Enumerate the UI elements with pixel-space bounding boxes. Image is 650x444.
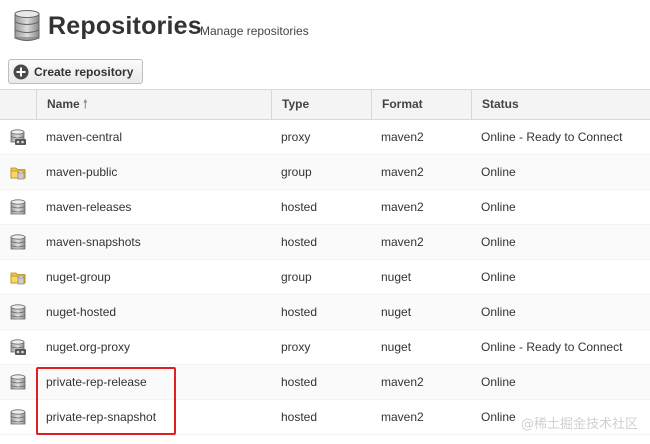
group-folder-icon [10, 269, 26, 286]
create-repository-label: Create repository [34, 64, 134, 79]
column-header-name-label: Name [47, 97, 80, 111]
table-header: Name 🠕 Type Format Status [0, 89, 650, 120]
repository-status: Online [481, 305, 516, 319]
hosted-repo-icon [10, 234, 26, 251]
repository-format: maven2 [381, 410, 424, 424]
repository-type: proxy [281, 130, 311, 144]
repository-type: proxy [281, 340, 311, 354]
repository-status: Online [481, 375, 516, 389]
database-icon [14, 10, 40, 41]
repository-status: Online - Ready to Connect [481, 340, 623, 354]
sort-up-arrow-icon: 🠕 [82, 97, 88, 111]
proxy-repo-icon [10, 339, 26, 356]
proxy-repo-icon [10, 129, 26, 146]
create-repository-button[interactable]: Create repository [8, 59, 143, 84]
column-header-status[interactable]: Status [471, 90, 650, 119]
repository-format: nuget [381, 340, 412, 354]
column-header-format[interactable]: Format [371, 90, 471, 119]
repository-type: hosted [281, 200, 318, 214]
hosted-repo-icon [10, 374, 26, 391]
plus-circle-icon [13, 64, 29, 79]
repository-name: nuget.org-proxy [46, 340, 131, 354]
table-row[interactable]: maven-releases hosted maven2 Online [0, 190, 650, 225]
table-body: maven-central proxy maven2 Online - Ready t… [0, 120, 650, 435]
repository-type: hosted [281, 305, 318, 319]
table-row[interactable]: maven-public group maven2 Online [0, 155, 650, 190]
repository-status: Online - Ready to Connect [481, 130, 623, 144]
repository-type: group [281, 270, 312, 284]
repository-status: Online [481, 235, 516, 249]
watermark: @稀土掘金技术社区 [520, 417, 638, 432]
page-title: Repositories [48, 12, 202, 40]
repository-name: maven-snapshots [46, 235, 141, 249]
repository-type: hosted [281, 375, 318, 389]
repository-status: Online [481, 200, 516, 214]
repository-status: Online [481, 270, 516, 284]
table-row[interactable]: maven-snapshots hosted maven2 Online [0, 225, 650, 260]
repository-name: maven-releases [46, 200, 132, 214]
repository-name: private-rep-release [46, 375, 147, 389]
page-header: Repositories Manage repositories [0, 0, 650, 56]
hosted-repo-icon [10, 304, 26, 321]
table-row[interactable]: private-rep-release hosted maven2 Online [0, 365, 650, 400]
repository-name: nuget-group [46, 270, 111, 284]
repository-type: hosted [281, 235, 318, 249]
group-folder-icon [10, 164, 26, 181]
icon-column-header [0, 90, 36, 119]
table-row[interactable]: nuget-group group nuget Online [0, 260, 650, 295]
repository-format: maven2 [381, 200, 424, 214]
page-subtitle: Manage repositories [200, 24, 309, 38]
table-row[interactable]: nuget.org-proxy proxy nuget Online - Ready … [0, 330, 650, 365]
repositories-table: Name 🠕 Type Format Status maven-central pr… [0, 89, 650, 435]
repository-format: nuget [381, 270, 412, 284]
table-row[interactable]: nuget-hosted hosted nuget Online [0, 295, 650, 330]
hosted-repo-icon [10, 199, 26, 216]
repository-name: maven-central [46, 130, 123, 144]
repository-name: nuget-hosted [46, 305, 117, 319]
repository-format: maven2 [381, 130, 424, 144]
repository-format: maven2 [381, 235, 424, 249]
repository-format: nuget [381, 305, 412, 319]
repository-name: private-rep-snapshot [46, 410, 157, 424]
repository-name: maven-public [46, 165, 118, 179]
repository-format: maven2 [381, 165, 424, 179]
table-row[interactable]: maven-central proxy maven2 Online - Ready t… [0, 120, 650, 155]
repository-format: maven2 [381, 375, 424, 389]
column-header-name[interactable]: Name 🠕 [36, 90, 271, 119]
repository-type: hosted [281, 410, 318, 424]
repository-type: group [281, 165, 312, 179]
column-header-type[interactable]: Type [271, 90, 371, 119]
repository-status: Online [481, 165, 516, 179]
hosted-repo-icon [10, 409, 26, 426]
